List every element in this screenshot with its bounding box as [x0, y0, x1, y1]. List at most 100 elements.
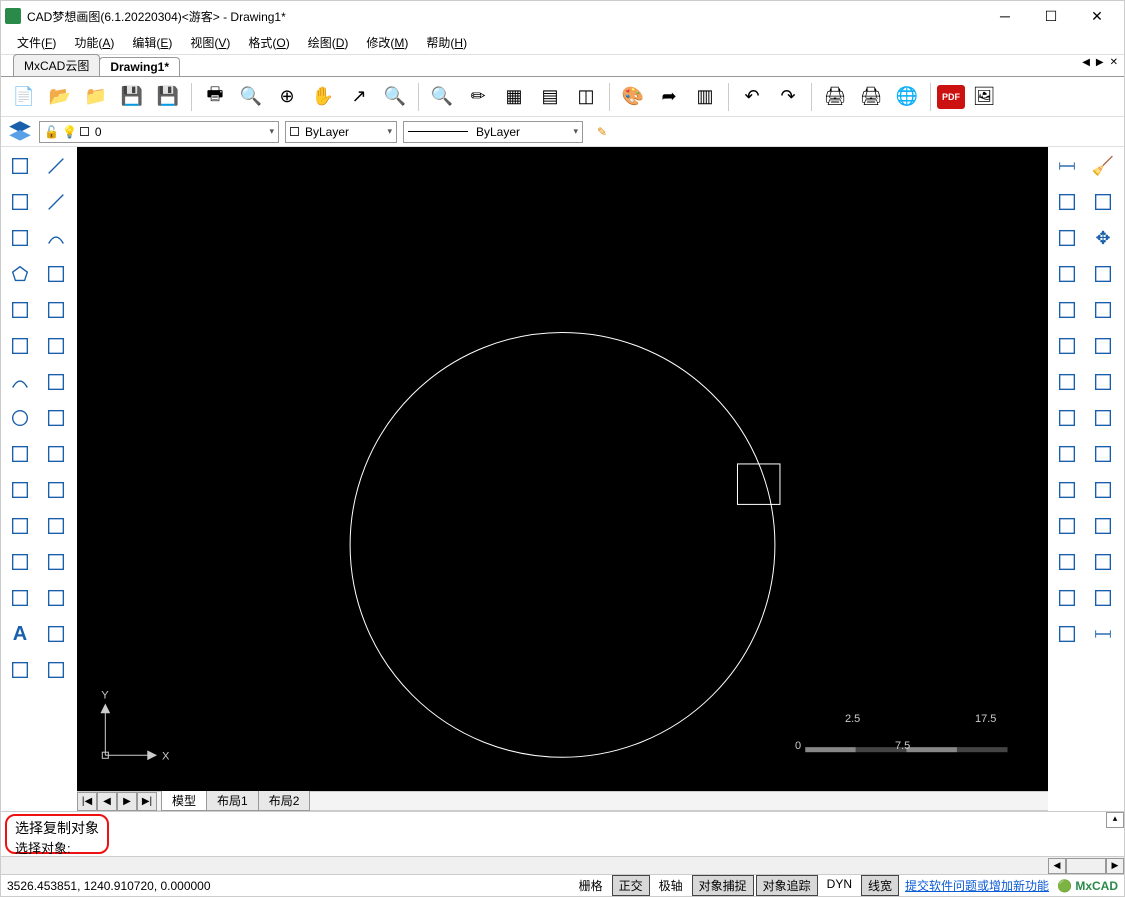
curve-button[interactable] — [1086, 473, 1120, 507]
layout-next-icon[interactable]: ▶ — [117, 792, 137, 811]
tab-prev-icon[interactable]: ◀ — [1080, 57, 1092, 68]
draw-button[interactable] — [39, 617, 73, 651]
dim-linear-button[interactable] — [1050, 149, 1084, 183]
menu-修改M[interactable]: 修改(M) — [358, 31, 416, 54]
zoom-window-button[interactable]: 🔍 — [378, 80, 412, 114]
web-button[interactable]: 🌐 — [890, 80, 924, 114]
draw-button[interactable] — [39, 257, 73, 291]
menu-绘图D[interactable]: 绘图(D) — [300, 31, 357, 54]
scroll-left-icon[interactable]: ◀ — [1048, 858, 1066, 874]
draw-button[interactable] — [39, 329, 73, 363]
join-button[interactable] — [1086, 185, 1120, 219]
bound-button[interactable] — [1050, 509, 1084, 543]
chamfer-button[interactable] — [1050, 581, 1084, 615]
draw-button[interactable] — [39, 365, 73, 399]
zoom-extents-button[interactable]: 🔍 — [234, 80, 268, 114]
pdf-button[interactable]: PDF — [937, 85, 965, 109]
menu-功能A[interactable]: 功能(A) — [66, 31, 122, 54]
close-button[interactable]: ✕ — [1074, 1, 1120, 31]
toggle-线宽[interactable]: 线宽 — [861, 875, 899, 896]
toggle-栅格[interactable]: 栅格 — [572, 875, 610, 896]
undo-button[interactable]: ↶ — [735, 80, 769, 114]
array-button[interactable] — [1086, 401, 1120, 435]
box-button[interactable] — [1050, 617, 1084, 651]
doc-tab[interactable]: Drawing1* — [99, 57, 180, 76]
dim-rotate-button[interactable] — [1050, 221, 1084, 255]
menu-文件F[interactable]: 文件(F) — [9, 31, 64, 54]
cmd-scroll-up-icon[interactable]: ▴ — [1106, 812, 1124, 828]
layer-manager-icon[interactable] — [7, 119, 33, 145]
pan-button[interactable]: ✋ — [306, 80, 340, 114]
fillet-button[interactable] — [1086, 509, 1120, 543]
draw-button[interactable] — [39, 545, 73, 579]
tab-close-icon[interactable]: ✕ — [1108, 57, 1120, 68]
save-as-button[interactable]: 💾 — [151, 80, 185, 114]
sun-button[interactable] — [3, 581, 37, 615]
save-button[interactable]: 💾 — [115, 80, 149, 114]
style-button[interactable] — [3, 149, 37, 183]
print-preview-button[interactable]: 🖶 — [198, 80, 232, 114]
arc-tool-button[interactable] — [3, 365, 37, 399]
arc-edit-button[interactable] — [1050, 545, 1084, 579]
circle-entity[interactable] — [350, 332, 775, 757]
layer-select[interactable]: 🔓💡 0 ▾ — [39, 121, 279, 143]
dim-h-button[interactable] — [1086, 617, 1120, 651]
A-button[interactable]: A — [3, 617, 37, 651]
layout-prev-icon[interactable]: ◀ — [97, 792, 117, 811]
draw-button[interactable] — [39, 437, 73, 471]
dim-cont-button[interactable] — [1050, 329, 1084, 363]
copy-layer4-button[interactable] — [1050, 473, 1084, 507]
spline-button[interactable] — [3, 437, 37, 471]
toggle-对象捕捉[interactable]: 对象捕捉 — [692, 875, 754, 896]
circle-tool-button[interactable] — [3, 401, 37, 435]
copy-layer2-button[interactable] — [1050, 401, 1084, 435]
draw-button[interactable] — [39, 581, 73, 615]
open-button[interactable]: 📁 — [79, 80, 113, 114]
layers-button[interactable]: ▤ — [533, 80, 567, 114]
copy-layer-button[interactable] — [1050, 365, 1084, 399]
roof-button[interactable] — [3, 293, 37, 327]
hatch-button[interactable] — [3, 185, 37, 219]
layout-tab[interactable]: 模型 — [161, 791, 207, 811]
layout-tab[interactable]: 布局1 — [206, 791, 259, 811]
toggle-对象追踪[interactable]: 对象追踪 — [756, 875, 818, 896]
draw-button[interactable] — [39, 293, 73, 327]
image-button[interactable]: 🖼 — [967, 80, 1001, 114]
dim-edit-button[interactable] — [1050, 293, 1084, 327]
palette-button[interactable]: 🎨 — [616, 80, 650, 114]
ellipse-button[interactable] — [3, 473, 37, 507]
line-button[interactable] — [39, 149, 73, 183]
linetype-edit-icon[interactable]: ✎ — [589, 119, 615, 145]
print-button[interactable]: 🖨 — [818, 80, 852, 114]
draw-button[interactable] — [39, 653, 73, 687]
scroll-right-icon[interactable]: ▶ — [1106, 858, 1124, 874]
draw-button[interactable] — [3, 221, 37, 255]
toggle-正交[interactable]: 正交 — [612, 875, 650, 896]
draw-button[interactable] — [39, 401, 73, 435]
color-select[interactable]: ByLayer ▾ — [285, 121, 397, 143]
doc-tab[interactable]: MxCAD云图 — [13, 54, 100, 76]
plot-button[interactable]: 🖨 — [854, 80, 888, 114]
export-button[interactable]: ➦ — [652, 80, 686, 114]
arc-button[interactable] — [39, 221, 73, 255]
diag-button[interactable] — [39, 185, 73, 219]
polygon-button[interactable] — [3, 257, 37, 291]
menu-帮助H[interactable]: 帮助(H) — [418, 31, 475, 54]
scale-button[interactable] — [1086, 293, 1120, 327]
draw-button[interactable] — [39, 473, 73, 507]
layout-tab[interactable]: 布局2 — [258, 791, 311, 811]
block-button[interactable]: ▥ — [688, 80, 722, 114]
crop-button[interactable]: ◫ — [569, 80, 603, 114]
menu-格式O[interactable]: 格式(O) — [240, 31, 297, 54]
menu-编辑E[interactable]: 编辑(E) — [124, 31, 180, 54]
cube-button[interactable] — [1086, 581, 1120, 615]
toggle-极轴[interactable]: 极轴 — [652, 875, 690, 896]
linetype-select[interactable]: ByLayer ▾ — [403, 121, 583, 143]
dim-aligned-button[interactable] — [1050, 185, 1084, 219]
rotate-button[interactable] — [1086, 257, 1120, 291]
scroll-thumb[interactable] — [1066, 858, 1106, 874]
drawing-canvas[interactable]: X Y 0 2.5 7.5 17.5 — [77, 147, 1048, 791]
tab-next-icon[interactable]: ▶ — [1094, 57, 1106, 68]
redo-button[interactable]: ↷ — [771, 80, 805, 114]
scroll-track[interactable] — [1, 858, 1048, 874]
